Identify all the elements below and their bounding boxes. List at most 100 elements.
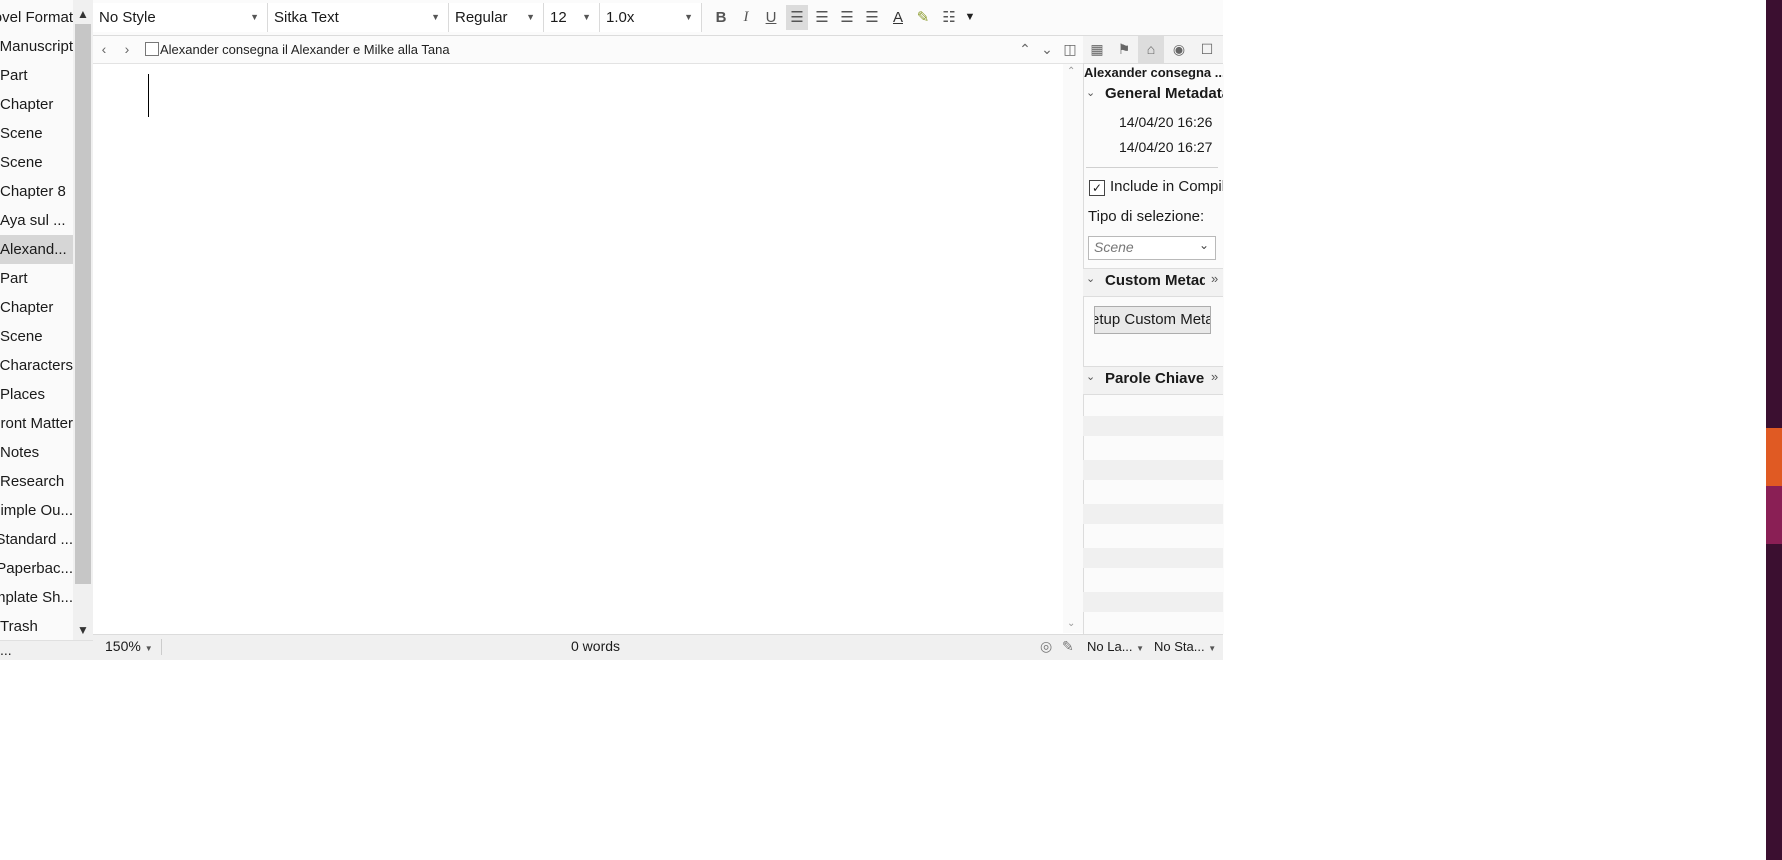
list-icon[interactable]: ☷ (938, 5, 960, 30)
tag-icon[interactable]: ⌂ (1138, 36, 1164, 63)
list-dropdown-icon[interactable]: ▼ (959, 5, 981, 30)
keywords-header[interactable]: Parole Chiave (1105, 370, 1210, 387)
keyword-row[interactable] (1083, 504, 1223, 524)
binder-item-label: Notes (0, 444, 40, 461)
binder-item-label: Places (0, 386, 46, 403)
chevron-down-icon[interactable]: ⌄ (1086, 86, 1095, 99)
chevron-down-icon: ▼ (1208, 644, 1217, 653)
keyword-row[interactable] (1083, 592, 1223, 612)
keyword-row[interactable] (1083, 460, 1223, 480)
binder-item[interactable]: Notes (0, 438, 73, 467)
underline-button[interactable]: U (760, 5, 782, 30)
forward-arrow-icon[interactable]: › (117, 36, 137, 63)
zoom-value: 150% (105, 638, 141, 654)
scroll-down-icon[interactable]: ▼ (73, 620, 93, 640)
binder-item[interactable]: Scene (0, 322, 73, 351)
comment-icon[interactable]: ☐ (1194, 36, 1220, 63)
binder-item[interactable]: Chapter (0, 293, 73, 322)
bold-button[interactable]: B (710, 5, 732, 30)
chevron-down-icon[interactable]: ⌄ (1086, 272, 1095, 285)
align-justify-icon[interactable]: ☰ (836, 5, 858, 30)
align-right-icon[interactable]: ☰ (861, 5, 883, 30)
target-icon[interactable]: ◎ (1040, 634, 1052, 659)
general-metadata-header[interactable]: General Metadata (1105, 85, 1223, 102)
binder-item[interactable]: Aya sul ... (0, 206, 73, 235)
scroll-down-icon[interactable]: ⌄ (1067, 618, 1075, 629)
binder-item-label: Part (0, 67, 28, 84)
binder-item-label: Chapter (0, 96, 54, 113)
binder-item[interactable]: Alexand... (0, 235, 73, 264)
note-icon[interactable]: ✎ (1062, 634, 1074, 659)
dock-item[interactable] (1766, 486, 1782, 544)
style-select[interactable]: No Style ▼ (93, 3, 268, 32)
chevron-down-icon: ▼ (1136, 644, 1145, 653)
binder-item-label: Characters (0, 357, 73, 374)
binder-item-label: Template Sh... (0, 589, 73, 606)
chevron-down-icon[interactable]: ⌄ (1086, 370, 1095, 383)
camera-icon[interactable]: ◉ (1166, 36, 1192, 63)
back-arrow-icon[interactable]: ‹ (94, 36, 114, 63)
document-checkbox[interactable] (145, 42, 159, 56)
created-date: 14/04/20 16:26 (1119, 114, 1213, 130)
word-count: 0 words (571, 638, 621, 654)
align-left-icon[interactable]: ☰ (786, 5, 808, 30)
binder-item[interactable]: Part (0, 61, 73, 90)
custom-metadata-header[interactable]: Custom Metadata (1105, 272, 1205, 289)
chevron-down-icon: ⌄ (1198, 238, 1209, 252)
highlight-icon[interactable]: ✎ (912, 5, 934, 30)
zoom-select[interactable]: 150% ▼ (105, 634, 153, 659)
binder-item[interactable]: Template Sh... (0, 583, 73, 612)
setup-custom-metadata-button[interactable]: Setup Custom Metadata (1094, 306, 1211, 334)
include-compile-checkbox[interactable]: ✓ (1089, 180, 1105, 196)
bookmark-icon[interactable]: ⚑ (1111, 36, 1137, 63)
binder-scroll-thumb[interactable] (75, 24, 91, 584)
binder-item[interactable]: Simple Ou... (0, 496, 73, 525)
calendar-icon[interactable]: ▦ (1084, 36, 1110, 63)
editor-scrollbar[interactable]: ⌃ ⌄ (1063, 64, 1083, 633)
font-size-value: 12 (550, 9, 567, 26)
style-select-value: No Style (99, 9, 156, 26)
font-size-select[interactable]: 12 ▼ (544, 3, 600, 32)
binder-item[interactable]: Scene (0, 119, 73, 148)
binder-item[interactable]: Standard ... (0, 525, 73, 554)
font-weight-value: Regular (455, 9, 508, 26)
binder-item[interactable]: Front Matter (0, 409, 73, 438)
binder-item[interactable]: Paperbac... (0, 554, 73, 583)
align-center-icon[interactable]: ☰ (811, 5, 833, 30)
divider (1086, 167, 1218, 168)
split-view-icon[interactable]: ◫ (1060, 36, 1080, 63)
scroll-up-icon[interactable]: ▲ (73, 4, 93, 24)
chevron-down-icon: ▼ (582, 12, 591, 22)
binder-item-label: Novel Format (0, 9, 73, 26)
dock-item[interactable] (1766, 428, 1782, 486)
text-editor[interactable] (93, 64, 1063, 633)
selection-type-select[interactable]: Scene ⌄ (1088, 236, 1216, 260)
status-select[interactable]: No Sta... ▼ (1154, 634, 1216, 659)
label-select[interactable]: No La... ▼ (1087, 634, 1144, 659)
binder-item[interactable]: Places (0, 380, 73, 409)
binder-item[interactable]: Trash (0, 612, 73, 640)
binder-item[interactable]: Characters (0, 351, 73, 380)
line-spacing-select[interactable]: 1.0x ▼ (600, 3, 702, 32)
binder-item[interactable]: Novel Format (0, 3, 73, 32)
binder-item[interactable]: Manuscript (0, 32, 73, 61)
chevron-down-icon[interactable]: ⌄ (1037, 36, 1057, 63)
binder-item[interactable]: Part (0, 264, 73, 293)
text-color-icon[interactable]: A (887, 5, 909, 30)
binder-footer-label[interactable]: ... (0, 642, 12, 658)
expand-icon[interactable]: » (1211, 271, 1218, 286)
binder-item[interactable]: Chapter 8 (0, 177, 73, 206)
font-weight-select[interactable]: Regular ▼ (449, 3, 544, 32)
binder-item[interactable]: Chapter (0, 90, 73, 119)
italic-button[interactable]: I (735, 5, 757, 30)
expand-icon[interactable]: » (1211, 369, 1218, 384)
binder-item[interactable]: Scene (0, 148, 73, 177)
selection-type-value: Scene (1094, 239, 1134, 255)
font-family-select[interactable]: Sitka Text ▼ (268, 3, 449, 32)
binder-item[interactable]: Research (0, 467, 73, 496)
chevron-down-icon: ▼ (431, 12, 440, 22)
keyword-row[interactable] (1083, 548, 1223, 568)
chevron-up-icon[interactable]: ⌃ (1015, 36, 1035, 63)
keyword-row[interactable] (1083, 416, 1223, 436)
scroll-up-icon[interactable]: ⌃ (1067, 66, 1075, 77)
